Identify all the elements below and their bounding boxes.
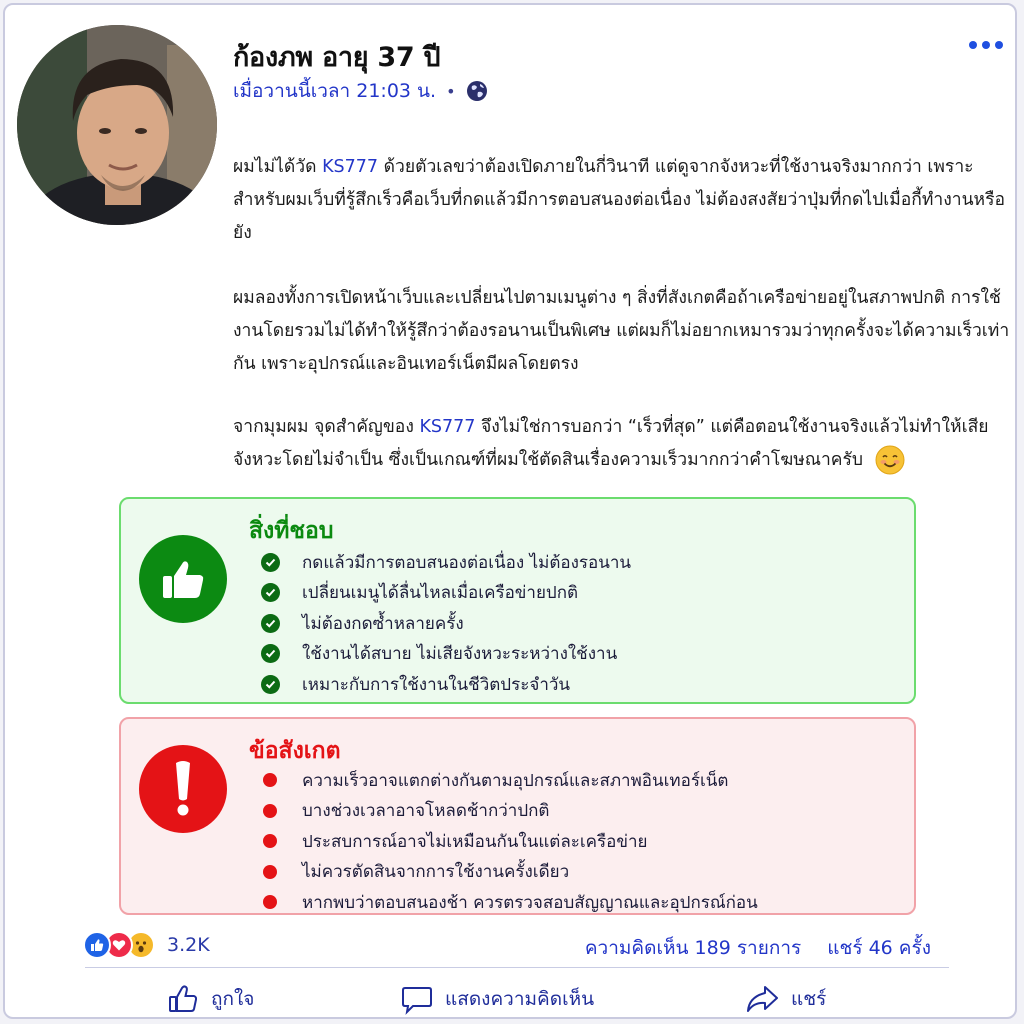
list-item: เหมาะกับการใช้งานในชีวิตประจำวัน [261, 669, 631, 700]
observations-list: ความเร็วอาจแตกต่างกันตามอุปกรณ์และสภาพอิ… [261, 765, 758, 918]
comment-icon [402, 987, 432, 1015]
check-icon [261, 552, 280, 572]
check-icon [261, 674, 280, 694]
smile-emoji-icon [875, 445, 905, 475]
comment-count-link[interactable]: ความคิดเห็น 189 รายการ [585, 933, 801, 963]
post-paragraph-2: ผมลองทั้งการเปิดหน้าเว็บและเปลี่ยนไปตามเ… [233, 288, 1010, 374]
post-card: ก้องภพ อายุ 37 ปี เมื่อวานนี้เวลา 21:03 … [3, 3, 1017, 1019]
list-item-text: บางช่วงเวลาอาจโหลดช้ากว่าปกติ [302, 801, 550, 822]
list-item: หากพบว่าตอบสนองช้า ควรตรวจสอบสัญญาณและอุ… [261, 887, 758, 918]
divider [85, 967, 949, 968]
bullet-dot-icon [263, 834, 277, 849]
ks777-link[interactable]: KS777 [322, 157, 378, 177]
like-label: ถูกใจ [211, 988, 255, 1010]
share-icon [747, 986, 778, 1012]
more-options-button[interactable] [963, 33, 1009, 57]
thumbs-up-icon [163, 561, 204, 598]
likes-box: สิ่งที่ชอบ กดแล้วมีการตอบสนองต่อเนื่อง ไ… [119, 497, 916, 704]
list-item-text: ความเร็วอาจแตกต่างกันตามอุปกรณ์และสภาพอิ… [302, 770, 729, 791]
list-item: บางช่วงเวลาอาจโหลดช้ากว่าปกติ [261, 796, 758, 827]
post-stats: ความคิดเห็น 189 รายการ แชร์ 46 ครั้ง [585, 933, 931, 963]
bullet-dot-icon [263, 773, 277, 788]
list-item-text: ใช้งานได้สบาย ไม่เสียจังหวะระหว่างใช้งาน [302, 644, 618, 665]
list-item: ใช้งานได้สบาย ไม่เสียจังหวะระหว่างใช้งาน [261, 639, 631, 670]
bullet-dot-icon [263, 864, 277, 879]
post-paragraph-1: ผมไม่ได้วัด KS777 ด้วยตัวเลขว่าต้องเปิดภ… [233, 151, 1013, 250]
paragraph-text: จากมุมผม จุดสำคัญของ [233, 417, 414, 437]
observations-title: ข้อสังเกต [249, 738, 341, 764]
check-icon [261, 583, 280, 603]
list-item-text: เหมาะกับการใช้งานในชีวิตประจำวัน [302, 674, 571, 695]
likes-list: กดแล้วมีการตอบสนองต่อเนื่อง ไม่ต้องรอนาน… [261, 547, 631, 700]
likes-title: สิ่งที่ชอบ [249, 518, 334, 544]
reaction-summary[interactable]: 3.2K [83, 930, 210, 960]
comment-button[interactable]: แสดงความคิดเห็น [401, 981, 594, 1017]
globe-icon [466, 81, 487, 101]
post-time[interactable]: เมื่อวานนี้เวลา 21:03 น. [233, 76, 436, 106]
like-reaction-icon [83, 931, 111, 959]
avatar[interactable] [17, 25, 217, 225]
list-item-text: หากพบว่าตอบสนองช้า ควรตรวจสอบสัญญาณและอุ… [302, 892, 758, 913]
list-item: ไม่ต้องกดซ้ำหลายครั้ง [261, 608, 631, 639]
list-item: กดแล้วมีการตอบสนองต่อเนื่อง ไม่ต้องรอนาน [261, 547, 631, 578]
list-item: ความเร็วอาจแตกต่างกันตามอุปกรณ์และสภาพอิ… [261, 765, 758, 796]
share-button[interactable]: แชร์ [745, 981, 826, 1017]
exclamation-icon [176, 761, 190, 816]
share-label: แชร์ [791, 988, 827, 1010]
list-item: ไม่ควรตัดสินจากการใช้งานครั้งเดียว [261, 857, 758, 888]
reaction-count: 3.2K [167, 934, 210, 956]
comment-label: แสดงความคิดเห็น [445, 988, 595, 1010]
avatar-photo [17, 25, 217, 225]
list-item-text: ประสบการณ์อาจไม่เหมือนกันในแต่ละเครือข่า… [302, 831, 648, 852]
post-paragraph-3: จากมุมผม จุดสำคัญของ KS777 จึงไม่ใช่การบ… [233, 411, 1013, 477]
likes-badge [139, 535, 227, 623]
more-icon-dot [969, 41, 977, 49]
post-meta: เมื่อวานนี้เวลา 21:03 น. • [233, 78, 488, 104]
list-item-text: เปลี่ยนเมนูได้ลื่นไหลเมื่อเครือข่ายปกติ [302, 583, 579, 604]
ks777-link[interactable]: KS777 [419, 417, 475, 437]
list-item-text: ไม่ต้องกดซ้ำหลายครั้ง [302, 613, 464, 634]
list-item-text: ไม่ควรตัดสินจากการใช้งานครั้งเดียว [302, 862, 570, 883]
share-count-link[interactable]: แชร์ 46 ครั้ง [827, 933, 931, 963]
list-item: ประสบการณ์อาจไม่เหมือนกันในแต่ละเครือข่า… [261, 826, 758, 857]
observations-badge [139, 745, 227, 833]
more-icon-dot [982, 41, 990, 49]
list-item-text: กดแล้วมีการตอบสนองต่อเนื่อง ไม่ต้องรอนาน [302, 552, 632, 573]
bullet-dot-icon [263, 895, 277, 910]
paragraph-text: ผมไม่ได้วัด [233, 157, 317, 177]
thumbs-up-icon [169, 985, 198, 1012]
list-item: เปลี่ยนเมนูได้ลื่นไหลเมื่อเครือข่ายปกติ [261, 578, 631, 609]
meta-separator: • [446, 81, 456, 101]
observations-box: ข้อสังเกต ความเร็วอาจแตกต่างกันตามอุปกรณ… [119, 717, 916, 915]
bullet-dot-icon [263, 803, 277, 818]
check-icon [261, 644, 280, 664]
check-icon [261, 613, 280, 633]
like-button[interactable]: ถูกใจ [167, 981, 254, 1017]
more-icon-dot [995, 41, 1003, 49]
author-name[interactable]: ก้องภพ อายุ 37 ปี [233, 35, 441, 78]
